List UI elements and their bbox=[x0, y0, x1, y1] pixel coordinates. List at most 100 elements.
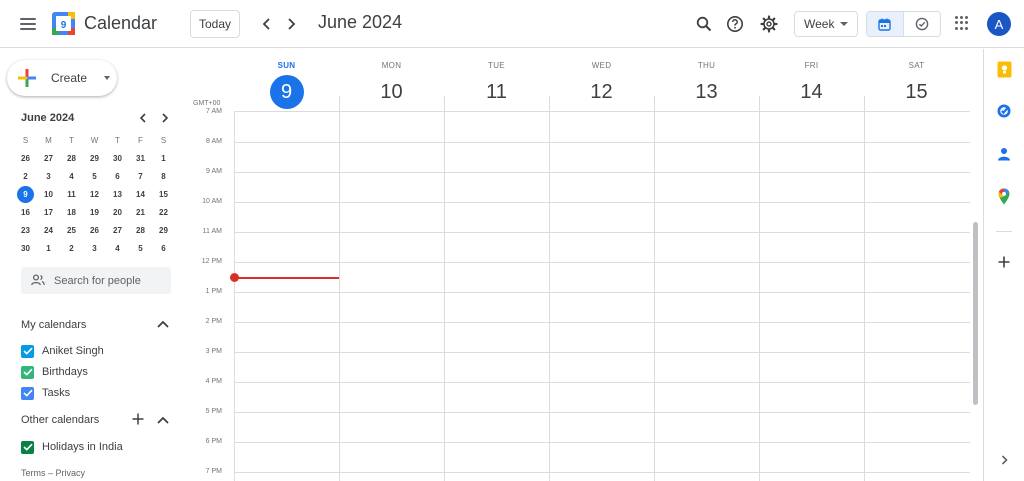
mini-calendar-day[interactable]: 5 bbox=[83, 167, 106, 185]
mini-calendar-day[interactable]: 11 bbox=[60, 185, 83, 203]
next-week-button[interactable] bbox=[280, 12, 302, 36]
tasks-button[interactable] bbox=[995, 102, 1013, 120]
settings-button[interactable] bbox=[757, 12, 781, 36]
calendar-list-item[interactable]: Holidays in India bbox=[21, 439, 123, 455]
today-date-number[interactable]: 9 bbox=[269, 75, 304, 109]
calendar-checkbox[interactable] bbox=[21, 344, 34, 358]
mini-calendar-day[interactable]: 6 bbox=[106, 167, 129, 185]
mini-calendar-day[interactable]: 3 bbox=[37, 167, 60, 185]
help-button[interactable] bbox=[723, 12, 747, 36]
my-calendars-header[interactable]: My calendars bbox=[21, 319, 86, 331]
mini-calendar-day[interactable]: 26 bbox=[83, 221, 106, 239]
mini-calendar-day[interactable]: 30 bbox=[14, 239, 37, 257]
calendar-list-item[interactable]: Aniket Singh bbox=[21, 343, 104, 359]
date-number[interactable]: 11 bbox=[480, 75, 514, 109]
day-column-header[interactable]: THU 13 bbox=[654, 49, 759, 111]
google-apps-icon[interactable] bbox=[955, 16, 969, 30]
mini-calendar-day[interactable]: 16 bbox=[14, 203, 37, 221]
mini-calendar-day[interactable]: 21 bbox=[129, 203, 152, 221]
calendar-view-toggle[interactable] bbox=[867, 12, 904, 36]
hide-side-panel-button[interactable] bbox=[995, 451, 1013, 469]
mini-calendar-day[interactable]: 20 bbox=[106, 203, 129, 221]
time-grid-scrollbar[interactable] bbox=[973, 222, 978, 405]
main-menu-icon[interactable] bbox=[14, 10, 42, 38]
day-column-header[interactable]: FRI 14 bbox=[759, 49, 864, 111]
mini-calendar-day[interactable]: 25 bbox=[60, 221, 83, 239]
mini-calendar-day[interactable]: 6 bbox=[152, 239, 175, 257]
mini-calendar-day[interactable]: 31 bbox=[129, 149, 152, 167]
tasks-view-toggle[interactable] bbox=[904, 12, 941, 36]
mini-calendar-day[interactable]: 15 bbox=[152, 185, 175, 203]
search-people-input[interactable] bbox=[54, 272, 166, 289]
mini-calendar-day[interactable]: 23 bbox=[14, 221, 37, 239]
mini-calendar-day-number: 19 bbox=[90, 207, 99, 217]
mini-calendar-day[interactable]: 22 bbox=[152, 203, 175, 221]
calendar-checkbox[interactable] bbox=[21, 386, 34, 400]
mini-calendar-day[interactable]: 4 bbox=[106, 239, 129, 257]
date-number[interactable]: 13 bbox=[690, 75, 724, 109]
other-calendars-collapse-button[interactable] bbox=[156, 413, 170, 427]
calendar-checkbox[interactable] bbox=[21, 440, 34, 454]
mini-calendar-day[interactable]: 7 bbox=[129, 167, 152, 185]
time-grid[interactable] bbox=[234, 112, 970, 481]
calendar-checkbox[interactable] bbox=[21, 365, 34, 379]
today-button[interactable]: Today bbox=[190, 10, 240, 38]
mini-calendar-day[interactable]: 8 bbox=[152, 167, 175, 185]
mini-calendar-day[interactable]: 17 bbox=[37, 203, 60, 221]
mini-calendar-day[interactable]: 29 bbox=[83, 149, 106, 167]
previous-week-button[interactable] bbox=[256, 12, 278, 36]
mini-calendar-day[interactable]: 30 bbox=[106, 149, 129, 167]
mini-calendar-day[interactable]: 24 bbox=[37, 221, 60, 239]
mini-calendar-next-button[interactable] bbox=[157, 110, 173, 126]
day-column-header[interactable]: WED 12 bbox=[549, 49, 654, 111]
date-number[interactable]: 14 bbox=[795, 75, 829, 109]
mini-calendar-day[interactable]: 27 bbox=[37, 149, 60, 167]
mini-calendar-day[interactable]: 27 bbox=[106, 221, 129, 239]
search-people-box[interactable] bbox=[21, 267, 171, 294]
mini-calendar-day[interactable]: 12 bbox=[83, 185, 106, 203]
keep-button[interactable] bbox=[995, 60, 1013, 78]
day-of-week-label: TUE bbox=[488, 61, 505, 70]
other-calendars-header[interactable]: Other calendars bbox=[21, 414, 99, 426]
view-selector[interactable]: Week bbox=[794, 11, 858, 37]
mini-calendar-day[interactable]: 13 bbox=[106, 185, 129, 203]
mini-calendar-prev-button[interactable] bbox=[135, 110, 151, 126]
mini-calendar-day[interactable]: 14 bbox=[129, 185, 152, 203]
mini-calendar-day[interactable]: 1 bbox=[152, 149, 175, 167]
calendar-list-item[interactable]: Tasks bbox=[21, 385, 70, 401]
mini-calendar-day[interactable]: 18 bbox=[60, 203, 83, 221]
contacts-button[interactable] bbox=[995, 145, 1013, 163]
mini-calendar-day[interactable]: 4 bbox=[60, 167, 83, 185]
maps-button[interactable] bbox=[995, 187, 1013, 205]
day-column-header[interactable]: MON 10 bbox=[339, 49, 444, 111]
mini-calendar-day[interactable]: 28 bbox=[60, 149, 83, 167]
mini-calendar-day[interactable]: 29 bbox=[152, 221, 175, 239]
calendar-list-item[interactable]: Birthdays bbox=[21, 364, 88, 380]
mini-calendar-day[interactable]: 28 bbox=[129, 221, 152, 239]
mini-calendar-day[interactable]: 1 bbox=[37, 239, 60, 257]
get-add-ons-button[interactable] bbox=[995, 253, 1013, 271]
date-number[interactable]: 12 bbox=[585, 75, 619, 109]
account-avatar[interactable]: A bbox=[987, 12, 1011, 36]
mini-calendar-day[interactable]: 2 bbox=[14, 167, 37, 185]
my-calendars-collapse-button[interactable] bbox=[156, 317, 170, 331]
terms-link[interactable]: Terms bbox=[21, 468, 46, 478]
privacy-link[interactable]: Privacy bbox=[56, 468, 86, 478]
header-column-divider bbox=[864, 96, 865, 112]
add-other-calendar-button[interactable] bbox=[131, 412, 145, 426]
create-button[interactable]: Create bbox=[7, 60, 117, 96]
mini-calendar-day[interactable]: 10 bbox=[37, 185, 60, 203]
search-button[interactable] bbox=[692, 12, 716, 36]
calendar-logo-icon[interactable]: 9 bbox=[51, 11, 76, 36]
day-column-header[interactable]: TUE 11 bbox=[444, 49, 549, 111]
mini-calendar-day[interactable]: 19 bbox=[83, 203, 106, 221]
mini-calendar-day[interactable]: 3 bbox=[83, 239, 106, 257]
day-column-header[interactable]: SUN 9 bbox=[234, 49, 339, 111]
mini-calendar-day[interactable]: 26 bbox=[14, 149, 37, 167]
date-number[interactable]: 15 bbox=[900, 75, 934, 109]
mini-calendar-day[interactable]: 2 bbox=[60, 239, 83, 257]
mini-calendar-day[interactable]: 5 bbox=[129, 239, 152, 257]
date-number[interactable]: 10 bbox=[375, 75, 409, 109]
day-column-header[interactable]: SAT 15 bbox=[864, 49, 969, 111]
mini-calendar-today[interactable]: 9 bbox=[14, 185, 37, 203]
